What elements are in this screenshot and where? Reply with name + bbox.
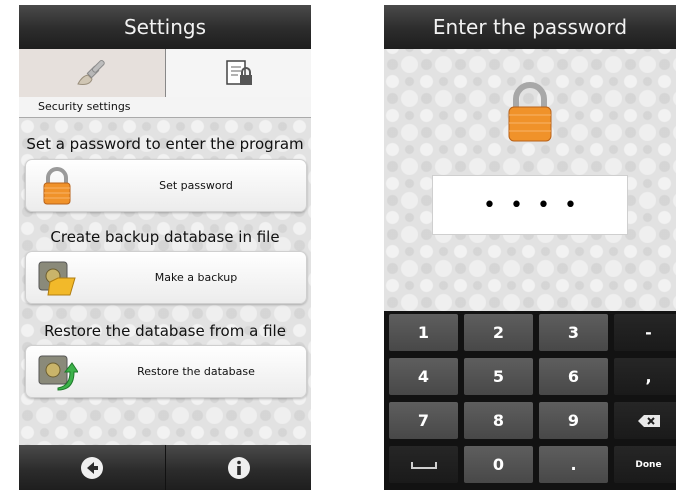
- padlock-icon: [43, 167, 71, 205]
- key-8[interactable]: 8: [464, 402, 533, 439]
- make-backup-label: Make a backup: [154, 271, 238, 284]
- tab-general[interactable]: [19, 49, 166, 98]
- settings-bottom-bar: [19, 445, 311, 490]
- password-screen: Enter the password •••• 1 2 3 - 4 5 6 , …: [384, 5, 676, 490]
- backspace-icon: [637, 414, 660, 427]
- document-lock-icon: [225, 60, 252, 85]
- set-password-label: Set password: [159, 179, 233, 192]
- done-key[interactable]: Done: [614, 446, 676, 483]
- numeric-keypad: 1 2 3 - 4 5 6 , 7 8 9 0 . Done: [384, 311, 676, 490]
- key-dash[interactable]: -: [614, 314, 676, 351]
- safe-folder-icon: [38, 261, 76, 296]
- settings-title: Settings: [19, 5, 311, 49]
- info-icon: [227, 456, 250, 479]
- key-5[interactable]: 5: [464, 358, 533, 395]
- settings-content: Set a password to enter the program Set …: [19, 118, 311, 445]
- key-9[interactable]: 9: [539, 402, 608, 439]
- info-button[interactable]: [166, 445, 311, 490]
- password-title: Enter the password: [384, 5, 676, 49]
- paint-brush-icon: [77, 59, 105, 85]
- make-backup-button[interactable]: Make a backup: [25, 251, 307, 304]
- backspace-key[interactable]: [614, 402, 676, 439]
- section-label: Security settings: [19, 97, 311, 118]
- key-2[interactable]: 2: [464, 314, 533, 351]
- settings-screen: Settings Security settings Set a passwor…: [19, 5, 311, 490]
- password-field[interactable]: ••••: [432, 175, 628, 235]
- key-6[interactable]: 6: [539, 358, 608, 395]
- safe-arrow-icon: [38, 355, 78, 391]
- key-period[interactable]: .: [539, 446, 608, 483]
- tab-security[interactable]: [166, 49, 311, 97]
- key-0[interactable]: 0: [464, 446, 533, 483]
- set-password-button[interactable]: Set password: [25, 159, 307, 212]
- backup-heading: Create backup database in file: [50, 228, 280, 246]
- password-area: ••••: [384, 49, 676, 311]
- back-button[interactable]: [19, 445, 166, 490]
- key-3[interactable]: 3: [539, 314, 608, 351]
- back-arrow-icon: [81, 456, 103, 479]
- key-comma[interactable]: ,: [614, 358, 676, 395]
- restore-database-button[interactable]: Restore the database: [25, 345, 307, 398]
- restore-heading: Restore the database from a file: [44, 322, 286, 340]
- settings-tabs: [19, 49, 311, 98]
- key-1[interactable]: 1: [389, 314, 458, 351]
- space-bar-icon: [410, 461, 437, 469]
- restore-database-label: Restore the database: [137, 365, 255, 378]
- space-key[interactable]: [389, 446, 458, 483]
- key-4[interactable]: 4: [389, 358, 458, 395]
- key-7[interactable]: 7: [389, 402, 458, 439]
- password-heading: Set a password to enter the program: [26, 135, 304, 153]
- padlock-icon: [508, 82, 552, 142]
